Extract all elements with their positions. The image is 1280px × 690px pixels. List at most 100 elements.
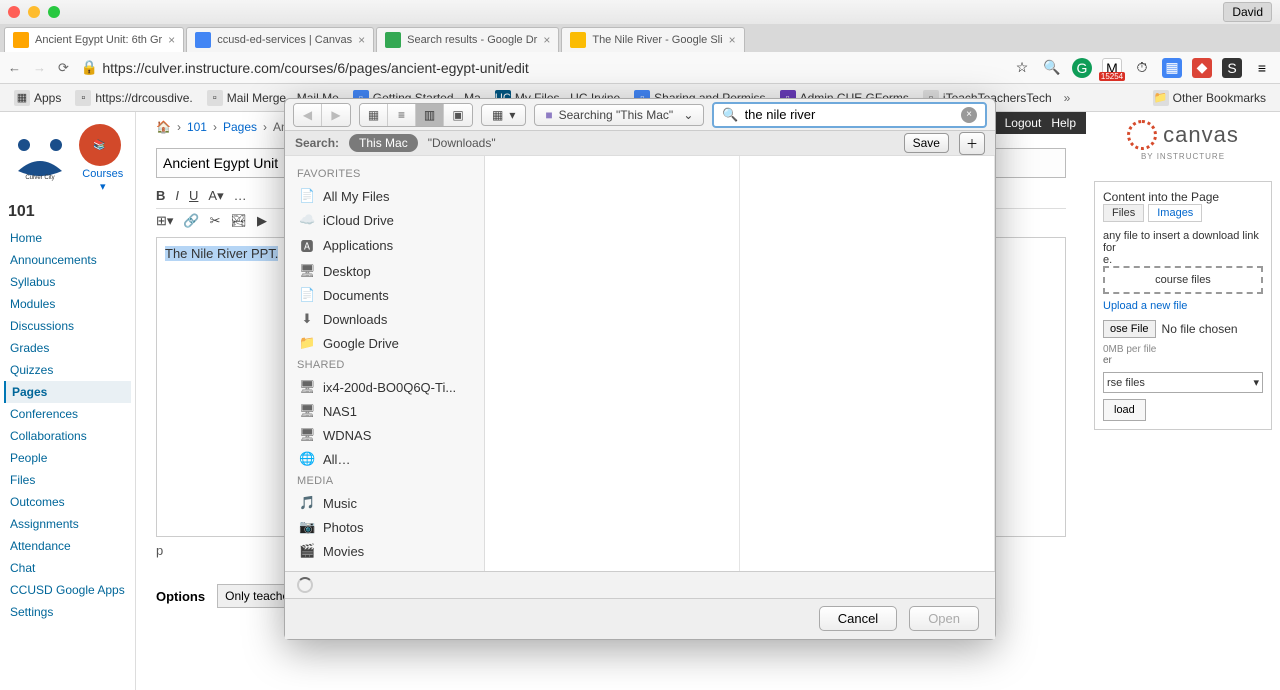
course-nav-item[interactable]: Settings xyxy=(4,601,131,623)
close-window-button[interactable] xyxy=(8,6,20,18)
close-tab-icon[interactable]: × xyxy=(168,33,175,47)
files-tab[interactable]: Files xyxy=(1103,204,1144,222)
reload-button[interactable]: ⟳ xyxy=(58,60,69,76)
other-bookmarks[interactable]: 📁Other Bookmarks xyxy=(1147,87,1272,109)
bookmark-item[interactable]: ▫https://drcousdive. xyxy=(69,87,198,109)
breadcrumb-link[interactable]: 101 xyxy=(187,120,207,134)
finder-search-input[interactable] xyxy=(745,107,955,122)
extension-icon[interactable]: ▦ xyxy=(1162,58,1182,78)
clear-search-button[interactable]: × xyxy=(961,107,977,123)
text-color-button[interactable]: A▾ xyxy=(208,188,223,204)
finder-sidebar-item[interactable]: 📄Documents xyxy=(289,283,480,307)
header-link[interactable]: Logout xyxy=(1005,116,1042,130)
link-button[interactable]: 🔗 xyxy=(183,213,199,229)
browser-tab[interactable]: The Nile River - Google Sli × xyxy=(561,27,744,52)
course-nav-item[interactable]: Modules xyxy=(4,293,131,315)
address-bar[interactable]: 🔒 https://culver.instructure.com/courses… xyxy=(81,59,1000,76)
finder-sidebar-item[interactable]: 🌐All… xyxy=(289,447,480,471)
folder-select[interactable]: rse files▾ xyxy=(1103,372,1263,393)
image-button[interactable]: 🏞 xyxy=(231,213,248,229)
course-nav-item[interactable]: Grades xyxy=(4,337,131,359)
close-tab-icon[interactable]: × xyxy=(729,33,736,47)
bookmark-apps[interactable]: ▦Apps xyxy=(8,87,67,109)
bookmarks-overflow[interactable]: » xyxy=(1060,88,1075,108)
list-view-button[interactable]: ≡ xyxy=(388,104,416,126)
course-nav-item[interactable]: Assignments xyxy=(4,513,131,535)
finder-sidebar-item[interactable]: ☁️iCloud Drive xyxy=(289,208,480,232)
finder-back-button[interactable]: ◀ xyxy=(294,104,322,126)
scope-this-mac[interactable]: This Mac xyxy=(349,134,418,152)
bold-button[interactable]: B xyxy=(156,188,165,204)
gmail-extension-icon[interactable]: M15254 xyxy=(1102,58,1122,78)
course-nav-item[interactable]: Pages xyxy=(4,381,131,403)
course-avatar[interactable]: 📚 xyxy=(79,124,121,166)
zoom-window-button[interactable] xyxy=(48,6,60,18)
upload-button[interactable]: load xyxy=(1103,399,1146,421)
gallery-view-button[interactable]: ▣ xyxy=(444,104,472,126)
finder-sidebar-item[interactable]: 🖥ix4-200d-BO0Q6Q-Ti... xyxy=(289,375,480,399)
zoom-icon[interactable]: 🔍 xyxy=(1042,58,1062,78)
course-nav-item[interactable]: Discussions xyxy=(4,315,131,337)
course-nav-item[interactable]: Announcements xyxy=(4,249,131,271)
course-nav-item[interactable]: Quizzes xyxy=(4,359,131,381)
column-view-button[interactable]: ▥ xyxy=(416,104,444,126)
finder-sidebar-item[interactable]: 🖥Desktop xyxy=(289,259,480,283)
home-icon[interactable]: 🏠 xyxy=(156,120,171,134)
course-nav-item[interactable]: People xyxy=(4,447,131,469)
finder-sidebar-item[interactable]: 🅰Applications xyxy=(289,232,480,259)
course-files-dropzone[interactable]: course files xyxy=(1103,266,1263,294)
cancel-button[interactable]: Cancel xyxy=(819,606,897,631)
close-tab-icon[interactable]: × xyxy=(543,33,550,47)
finder-column[interactable] xyxy=(740,156,995,571)
finder-sidebar-item[interactable]: 📄All My Files xyxy=(289,184,480,208)
browser-tab[interactable]: Ancient Egypt Unit: 6th Gr × xyxy=(4,27,184,52)
course-nav-item[interactable]: Conferences xyxy=(4,403,131,425)
user-menu-badge[interactable]: David xyxy=(1223,2,1272,22)
choose-file-button[interactable]: ose File xyxy=(1103,320,1156,338)
course-nav-item[interactable]: Chat xyxy=(4,557,131,579)
close-tab-icon[interactable]: × xyxy=(358,33,365,47)
extension-icon[interactable]: S xyxy=(1222,58,1242,78)
course-nav-item[interactable]: Collaborations xyxy=(4,425,131,447)
star-bookmark-icon[interactable]: ☆ xyxy=(1012,58,1032,78)
add-criteria-button[interactable]: ＋ xyxy=(959,132,985,155)
search-location-dropdown[interactable]: ■ Searching "This Mac" ⌄ xyxy=(534,104,704,126)
finder-sidebar-item[interactable]: 🎬Movies xyxy=(289,539,480,563)
minimize-window-button[interactable] xyxy=(28,6,40,18)
unlink-button[interactable]: ✂ xyxy=(210,213,221,229)
course-nav-item[interactable]: Home xyxy=(4,227,131,249)
finder-sidebar-item[interactable]: ⬇Downloads xyxy=(289,307,480,331)
finder-search-field[interactable]: 🔍 × xyxy=(712,102,987,128)
finder-sidebar-item[interactable]: 🖥NAS1 xyxy=(289,399,480,423)
finder-sidebar-item[interactable]: 🎵Music xyxy=(289,491,480,515)
forward-button[interactable]: → xyxy=(33,60,46,76)
upload-new-file-link[interactable]: Upload a new file xyxy=(1103,300,1263,312)
group-by-dropdown[interactable]: ▦ ▾ xyxy=(481,104,526,126)
finder-forward-button[interactable]: ▶ xyxy=(322,104,350,126)
underline-button[interactable]: U xyxy=(189,188,198,204)
courses-dropdown[interactable]: Courses ▾ xyxy=(79,168,127,193)
finder-sidebar-item[interactable]: 📁Google Drive xyxy=(289,331,480,355)
back-button[interactable]: ← xyxy=(8,60,21,76)
extension-icon[interactable]: ⏱ xyxy=(1132,58,1152,78)
chrome-menu-icon[interactable]: ≡ xyxy=(1252,58,1272,78)
scope-downloads[interactable]: "Downloads" xyxy=(428,136,496,150)
extension-icon[interactable]: G xyxy=(1072,58,1092,78)
table-button[interactable]: ⊞▾ xyxy=(156,213,173,229)
course-nav-item[interactable]: Outcomes xyxy=(4,491,131,513)
browser-tab[interactable]: ccusd-ed-services | Canvas × xyxy=(186,27,374,52)
header-link[interactable]: Help xyxy=(1051,116,1076,130)
save-search-button[interactable]: Save xyxy=(904,133,949,153)
course-nav-item[interactable]: Attendance xyxy=(4,535,131,557)
media-button[interactable]: ▶ xyxy=(257,213,267,229)
finder-column[interactable] xyxy=(485,156,740,571)
more-button[interactable]: … xyxy=(234,188,247,204)
finder-sidebar-item[interactable]: 📷Photos xyxy=(289,515,480,539)
extension-icon[interactable]: ◆ xyxy=(1192,58,1212,78)
course-nav-item[interactable]: Files xyxy=(4,469,131,491)
finder-sidebar-item[interactable]: 🖥WDNAS xyxy=(289,423,480,447)
italic-button[interactable]: I xyxy=(175,188,179,204)
course-nav-item[interactable]: Syllabus xyxy=(4,271,131,293)
images-tab[interactable]: Images xyxy=(1148,204,1202,222)
open-button[interactable]: Open xyxy=(909,606,979,631)
